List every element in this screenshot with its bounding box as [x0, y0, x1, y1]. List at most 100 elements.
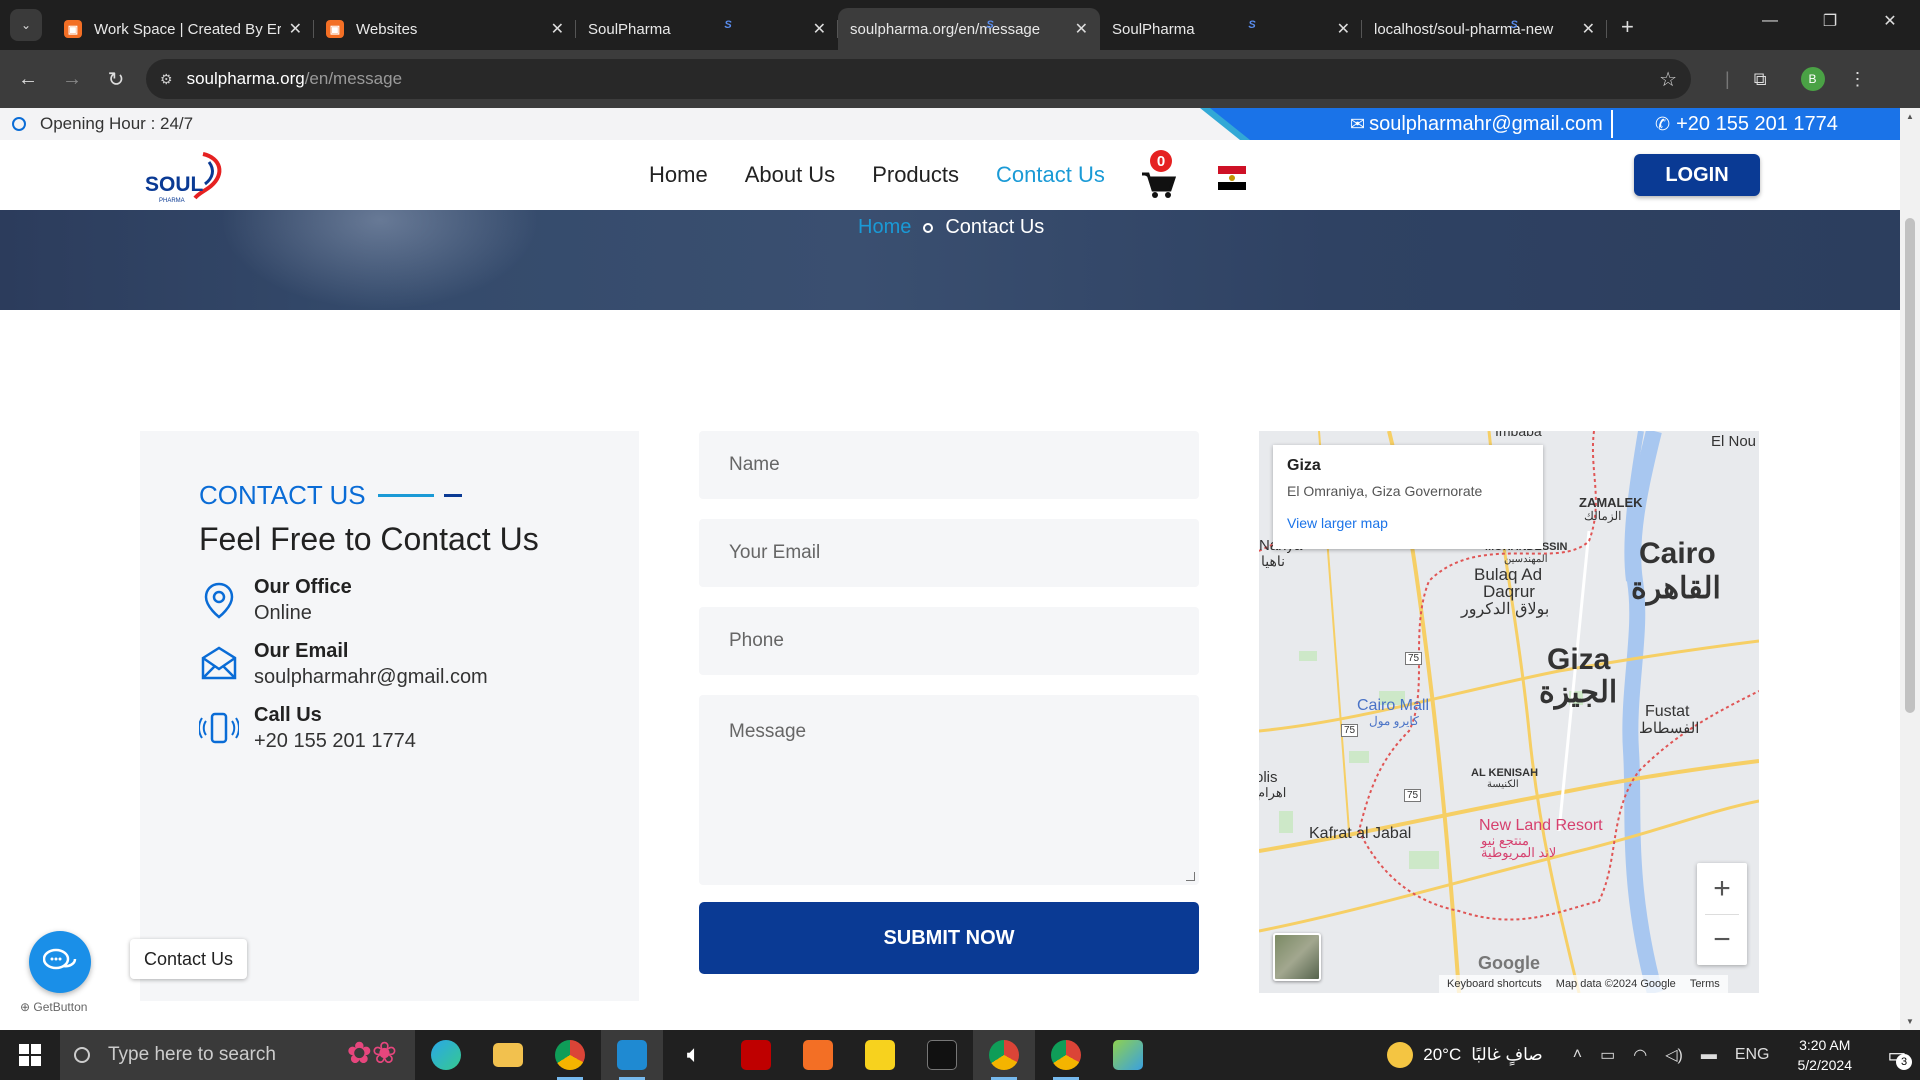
page-scrollbar[interactable]: ▲ ▼ — [1900, 108, 1920, 1030]
edge-icon[interactable] — [415, 1030, 477, 1080]
getbutton-text: GetButton — [33, 1000, 88, 1014]
topbar-phone[interactable]: ✆ +20 155 201 1774 — [1655, 108, 1838, 140]
svg-text:SOUL: SOUL — [145, 173, 204, 196]
terms-link[interactable]: Terms — [1690, 978, 1720, 990]
tab-search-button[interactable]: ⌄ — [10, 9, 42, 41]
minimize-icon[interactable]: — — [1740, 0, 1800, 42]
satellite-toggle[interactable] — [1273, 933, 1321, 981]
nav-about-us[interactable]: About Us — [745, 162, 836, 188]
chrome-profile-icon[interactable] — [1035, 1030, 1097, 1080]
forward-icon[interactable]: → — [50, 57, 94, 101]
scroll-up-icon[interactable]: ▲ — [1900, 112, 1920, 121]
weather-temp: 20°C — [1423, 1045, 1462, 1064]
paint-icon[interactable] — [1097, 1030, 1159, 1080]
close-window-icon[interactable]: ✕ — [1860, 0, 1920, 42]
chevron-up-icon[interactable]: ˄ — [1573, 1046, 1582, 1064]
device-icon[interactable]: ▭ — [1600, 1045, 1615, 1065]
map-zoom-controls: + − — [1697, 863, 1747, 965]
close-tab-icon[interactable]: ✕ — [1075, 19, 1088, 39]
vscode-icon[interactable] — [601, 1030, 663, 1080]
restore-icon[interactable]: ❐ — [1800, 0, 1860, 42]
filezilla-icon[interactable] — [725, 1030, 787, 1080]
speaker-app-icon[interactable]: 🔈︎ — [663, 1030, 725, 1080]
close-tab-icon[interactable]: ✕ — [1582, 19, 1595, 39]
close-tab-icon[interactable]: ✕ — [1337, 19, 1350, 39]
volume-icon[interactable]: ◁) — [1665, 1045, 1683, 1065]
phone-input[interactable]: Phone — [699, 607, 1199, 675]
battery-icon[interactable]: ▬ — [1701, 1046, 1717, 1064]
soulpharma-favicon-icon: S — [724, 19, 732, 31]
breadcrumb-current: Contact Us — [945, 216, 1045, 238]
new-tab-icon[interactable]: + — [1621, 14, 1634, 40]
close-tab-icon[interactable]: ✕ — [813, 19, 826, 39]
sticky-notes-icon[interactable] — [849, 1030, 911, 1080]
close-tab-icon[interactable]: ✕ — [289, 19, 302, 39]
getbutton-brand[interactable]: ⊕ GetButton — [20, 1000, 87, 1014]
taskbar-clock[interactable]: 3:20 AM 5/2/2024 — [1798, 1035, 1853, 1075]
login-button[interactable]: LOGIN — [1634, 154, 1760, 196]
name-input[interactable]: Name — [699, 431, 1199, 499]
nav-products[interactable]: Products — [872, 162, 959, 188]
zoom-out-icon[interactable]: − — [1697, 915, 1747, 965]
map-label: Giza — [1547, 643, 1611, 676]
browser-menu-icon[interactable]: ⋮ — [1849, 69, 1867, 90]
view-larger-map-link[interactable]: View larger map — [1287, 515, 1529, 531]
browser-tab-active[interactable]: S soulpharma.org/en/message ✕ — [838, 8, 1100, 50]
start-button[interactable] — [0, 1030, 60, 1080]
floating-contact-button[interactable] — [29, 931, 91, 993]
taskbar-search[interactable]: Type here to search ✿❀ — [60, 1030, 415, 1080]
page-viewport: Opening Hour : 24/7 ✉ soulpharmahr@gmail… — [0, 108, 1900, 1030]
language-indicator[interactable]: ENG — [1735, 1046, 1770, 1064]
weather-widget[interactable]: 20°C صافٍ غالبًا — [1387, 1042, 1543, 1068]
site-header: SOUL PHARMA Home About Us Products Conta… — [0, 140, 1900, 210]
file-explorer-icon[interactable] — [477, 1030, 539, 1080]
scrollbar-thumb[interactable] — [1905, 218, 1915, 713]
xampp-icon[interactable] — [787, 1030, 849, 1080]
email-input[interactable]: Your Email — [699, 519, 1199, 587]
browser-tab[interactable]: ▣ Work Space | Created By Er ✕ — [52, 8, 314, 50]
google-map[interactable]: Imbaba El Nou ZAMALEK الزمالك Nahya ناهي… — [1259, 431, 1759, 993]
topbar-email[interactable]: ✉ soulpharmahr@gmail.com — [1350, 108, 1603, 140]
reload-icon[interactable]: ↻ — [94, 57, 138, 101]
chrome-profile-b-icon[interactable] — [973, 1030, 1035, 1080]
egypt-flag-icon[interactable] — [1218, 166, 1246, 190]
url-input[interactable]: ⚙ soulpharma.org/en/message ☆ — [146, 59, 1691, 99]
phone-vibrate-icon — [199, 712, 239, 744]
site-info-icon[interactable]: ⚙ — [160, 71, 173, 88]
back-icon[interactable]: ← — [6, 57, 50, 101]
notification-center[interactable]: ▭ 3 — [1874, 1030, 1920, 1080]
wifi-icon[interactable]: ◠ — [1633, 1045, 1647, 1065]
nav-contact-us[interactable]: Contact Us — [996, 162, 1105, 188]
chrome-icon[interactable] — [539, 1030, 601, 1080]
extensions-icon[interactable]: ⧉ — [1754, 69, 1767, 90]
info-value[interactable]: soulpharmahr@gmail.com — [254, 666, 488, 689]
contact-tooltip[interactable]: Contact Us — [130, 939, 248, 979]
divider-icon: | — [1725, 68, 1730, 89]
email-info: Our Email soulpharmahr@gmail.com — [199, 640, 488, 689]
zoom-in-icon[interactable]: + — [1697, 863, 1747, 914]
message-textarea[interactable]: Message — [699, 695, 1199, 885]
info-label: Our Email — [254, 640, 349, 662]
browser-tab[interactable]: ▣ Websites ✕ — [314, 8, 576, 50]
keyboard-shortcuts-link[interactable]: Keyboard shortcuts — [1447, 978, 1542, 990]
bookmark-star-icon[interactable]: ☆ — [1659, 67, 1677, 92]
nav-home[interactable]: Home — [649, 162, 708, 188]
profile-avatar[interactable]: B — [1800, 67, 1825, 91]
submit-button[interactable]: SUBMIT NOW — [699, 902, 1199, 974]
browser-tab[interactable]: S SoulPharma ✕ — [1100, 8, 1362, 50]
browser-tab[interactable]: S localhost/soul-pharma-new ✕ — [1362, 8, 1607, 50]
windows-logo-icon — [19, 1044, 41, 1066]
tab-title: soulpharma.org/en/message — [850, 20, 1041, 38]
site-logo[interactable]: SOUL PHARMA — [143, 148, 238, 206]
close-tab-icon[interactable]: ✕ — [551, 19, 564, 39]
opening-hours: Opening Hour : 24/7 — [12, 108, 193, 140]
cart-button[interactable]: 0 — [1140, 150, 1177, 200]
breadcrumb-home-link[interactable]: Home — [858, 216, 911, 239]
info-value[interactable]: +20 155 201 1774 — [254, 730, 416, 753]
scroll-down-icon[interactable]: ▼ — [1900, 1017, 1920, 1026]
browser-tab[interactable]: S SoulPharma ✕ — [576, 8, 838, 50]
office-info: Our Office Online — [199, 576, 352, 625]
map-label: Cairo Mall — [1357, 697, 1430, 714]
opening-hours-text: Opening Hour : 24/7 — [40, 114, 194, 133]
terminal-icon[interactable] — [911, 1030, 973, 1080]
